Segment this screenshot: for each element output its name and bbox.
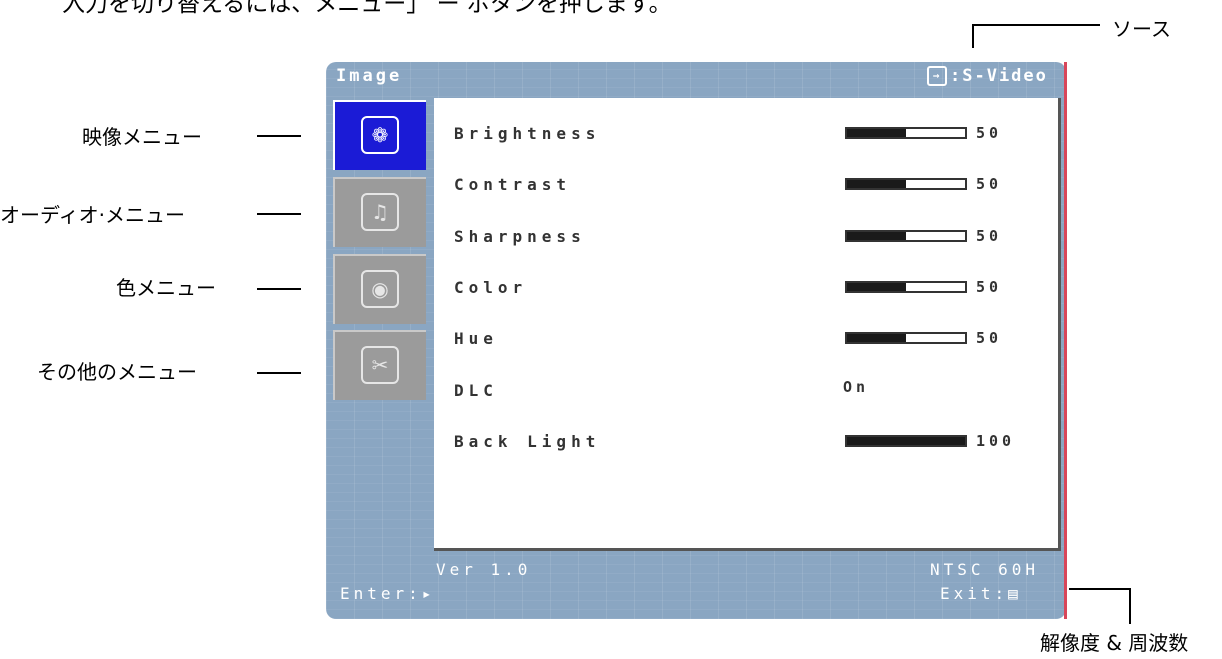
image-menu-callout-line — [257, 135, 301, 137]
resolution-callout-label: 解像度 & 周波数 — [1040, 631, 1189, 655]
input-source-icon: → — [927, 66, 947, 86]
signal-info: NTSC 60H — [930, 560, 1040, 579]
dlc-value[interactable]: On — [843, 378, 869, 396]
contrast-slider-fill — [847, 180, 906, 188]
dlc-label: DLC — [454, 381, 498, 400]
resolution-callout-tick — [1129, 588, 1131, 624]
other-menu-icon: ✂ — [361, 346, 399, 384]
color-label: Color — [454, 278, 528, 297]
hue-value: 50 — [976, 329, 1003, 347]
contrast-label: Contrast — [454, 175, 572, 194]
image-menu-tab[interactable]: ❁ — [333, 100, 426, 170]
audio-menu-tab[interactable]: ♫ — [333, 177, 426, 247]
enter-hint: Enter:▸ — [340, 584, 436, 603]
color-slider-fill — [847, 283, 906, 291]
osd-title: Image — [336, 66, 403, 86]
color-menu-tab[interactable]: ◉ — [333, 254, 426, 324]
instruction-caption: 入力を切り替えるには、メニュー」 ー ボタンを押します。 — [62, 0, 672, 17]
brightness-slider[interactable] — [845, 127, 967, 139]
contrast-slider[interactable] — [845, 178, 967, 190]
color-menu-callout-label: 色メニュー — [116, 276, 216, 300]
audio-menu-callout-label: オーディオ·メニュー — [0, 203, 185, 227]
contrast-value: 50 — [976, 175, 1003, 193]
hue-label: Hue — [454, 329, 498, 348]
brightness-value: 50 — [976, 124, 1003, 142]
sharpness-slider[interactable] — [845, 230, 967, 242]
other-menu-tab[interactable]: ✂ — [333, 330, 426, 400]
other-menu-callout-line — [257, 372, 301, 374]
exit-hint: Exit:▤ — [940, 584, 1022, 603]
audio-menu-icon: ♫ — [361, 193, 399, 231]
osd-source-value: :S-Video — [950, 66, 1048, 86]
source-callout-tick — [972, 24, 974, 48]
back-light-slider-fill — [847, 437, 965, 445]
image-menu-callout-label: 映像メニュー — [82, 125, 202, 149]
brightness-slider-fill — [847, 129, 906, 137]
other-menu-callout-label: その他のメニュー — [37, 360, 197, 384]
sharpness-value: 50 — [976, 227, 1003, 245]
back-light-value: 100 — [976, 432, 1016, 450]
audio-menu-callout-line — [257, 213, 301, 215]
brightness-label: Brightness — [454, 124, 601, 143]
sharpness-slider-fill — [847, 232, 906, 240]
sharpness-label: Sharpness — [454, 227, 586, 246]
resolution-callout-line — [1069, 588, 1131, 590]
color-slider[interactable] — [845, 281, 967, 293]
color-value: 50 — [976, 278, 1003, 296]
back-light-slider[interactable] — [845, 435, 967, 447]
source-callout-label: ソース — [1112, 17, 1171, 41]
firmware-version: Ver 1.0 — [436, 560, 532, 579]
color-menu-callout-line — [257, 288, 301, 290]
color-menu-icon: ◉ — [361, 270, 399, 308]
image-menu-icon: ❁ — [361, 116, 399, 154]
osd-source-indicator: → :S-Video — [927, 66, 1048, 86]
settings-panel — [434, 98, 1061, 551]
back-light-label: Back Light — [454, 432, 601, 451]
osd-frame-edge — [1064, 62, 1067, 619]
hue-slider-fill — [847, 334, 906, 342]
hue-slider[interactable] — [845, 332, 967, 344]
source-callout-line — [972, 24, 1100, 26]
